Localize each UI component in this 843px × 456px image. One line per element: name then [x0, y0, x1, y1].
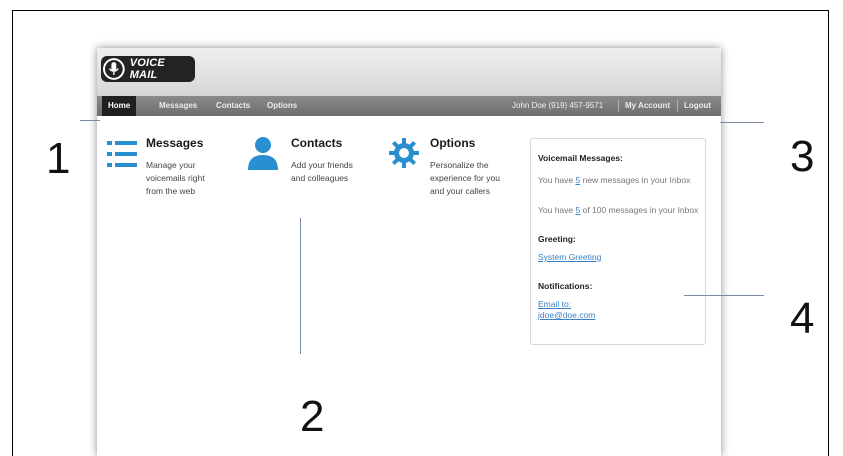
feature-messages[interactable]: Messages Manage your voicemails right fr… [97, 132, 237, 222]
messages-description: Manage your voicemails right from the we… [146, 159, 205, 198]
callout-line-3 [720, 122, 764, 123]
options-description: Personalize the experience for you and y… [430, 159, 500, 198]
logout-link[interactable]: Logout [684, 96, 711, 116]
total-messages-prefix: You have [538, 205, 576, 215]
logo-text: VOICE MAIL [129, 57, 165, 81]
contacts-description: Add your friends and colleagues [291, 159, 353, 185]
callout-line-2 [300, 218, 301, 354]
contacts-desc-line: and colleagues [291, 173, 349, 183]
summary-panel: Voicemail Messages: You have 5 new messa… [530, 138, 706, 345]
new-messages-suffix: new messages in your Inbox [580, 175, 691, 185]
new-messages-prefix: You have [538, 175, 576, 185]
options-title[interactable]: Options [430, 136, 475, 150]
system-greeting-link[interactable]: System Greeting [538, 252, 601, 262]
gear-icon [389, 138, 419, 168]
callout-line-4 [684, 295, 764, 296]
options-desc-line: Personalize the [430, 160, 489, 170]
callout-number-3: 3 [790, 132, 815, 181]
microphone-icon [102, 58, 125, 80]
options-desc-line: experience for you [430, 173, 500, 183]
tab-messages[interactable]: Messages [159, 96, 197, 116]
my-account-link[interactable]: My Account [625, 96, 670, 116]
contacts-desc-line: Add your friends [291, 160, 353, 170]
voicemail-messages-heading: Voicemail Messages: [538, 153, 623, 163]
notifications-heading: Notifications: [538, 281, 593, 291]
messages-title[interactable]: Messages [146, 136, 203, 150]
feature-contacts[interactable]: Contacts Add your friends and colleagues [245, 132, 385, 222]
app-header: VOICE MAIL [97, 48, 721, 96]
total-messages-suffix: of 100 messages in your Inbox [580, 205, 699, 215]
tab-options[interactable]: Options [267, 96, 297, 116]
messages-desc-line: Manage your [146, 160, 196, 170]
app-window: VOICE MAIL Home Messages Contacts Option… [97, 48, 721, 456]
callout-number-1: 1 [46, 134, 71, 183]
tab-home[interactable]: Home [102, 96, 137, 116]
total-messages-text: You have 5 of 100 messages in your Inbox [538, 205, 698, 215]
greeting-heading: Greeting: [538, 234, 576, 244]
tab-contacts[interactable]: Contacts [216, 96, 250, 116]
list-icon [107, 141, 137, 167]
email-address-link[interactable]: jdoe@doe.com [538, 310, 595, 320]
user-info: John Doe (919) 457-9571 [512, 101, 604, 110]
messages-desc-line: voicemails right [146, 173, 205, 183]
nav-divider [677, 100, 678, 112]
callout-number-2: 2 [300, 392, 325, 441]
new-messages-text: You have 5 new messages in your Inbox [538, 175, 690, 185]
person-icon [248, 137, 278, 170]
nav-bar: Home Messages Contacts Options John Doe … [97, 96, 721, 116]
callout-number-4: 4 [790, 294, 815, 343]
voicemail-logo[interactable]: VOICE MAIL [101, 56, 195, 82]
email-to-link[interactable]: Email to: [538, 299, 571, 309]
options-desc-line: and your callers [430, 186, 491, 196]
feature-options[interactable]: Options Personalize the experience for y… [385, 132, 525, 222]
nav-divider [618, 100, 619, 112]
callout-line-1 [80, 120, 100, 121]
messages-desc-line: from the web [146, 186, 196, 196]
contacts-title[interactable]: Contacts [291, 136, 342, 150]
